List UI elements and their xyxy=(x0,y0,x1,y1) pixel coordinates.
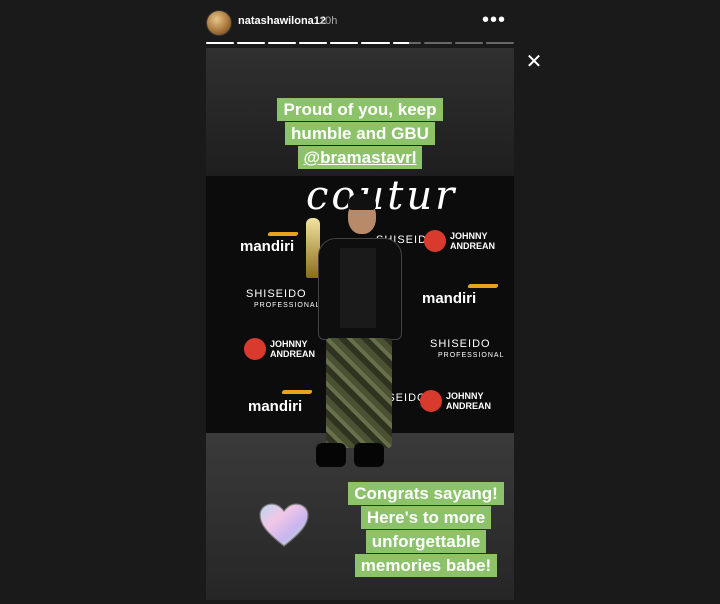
mandiri-logo: mandiri xyxy=(422,290,477,307)
backdrop-script-text: coutur xyxy=(306,173,458,219)
shiseido-sub: PROFESSIONAL xyxy=(438,352,505,359)
caption-bottom-line4: memories babe! xyxy=(354,554,498,577)
progress-segment-fill xyxy=(330,42,359,44)
caption-mention[interactable]: @bramastavrl xyxy=(297,146,423,169)
caption-top[interactable]: Proud of you, keep humble and GBU @brama… xyxy=(206,98,514,170)
progress-segment xyxy=(485,42,514,44)
progress-segment xyxy=(330,42,359,44)
person-pants xyxy=(326,338,392,448)
progress-segment-fill xyxy=(206,42,235,44)
caption-top-line1: Proud of you, keep xyxy=(277,98,443,121)
close-icon[interactable]: ✕ xyxy=(524,52,544,72)
person-shoe-left xyxy=(316,443,346,467)
johnny-andrean-icon xyxy=(420,390,442,412)
caption-top-line2: humble and GBU xyxy=(285,122,435,145)
heart-sticker-icon[interactable] xyxy=(258,502,310,548)
mandiri-logo: mandiri xyxy=(240,238,295,255)
post-time: 10h xyxy=(319,15,338,27)
progress-segment-fill xyxy=(299,42,328,44)
avatar[interactable] xyxy=(206,10,232,36)
person-hair xyxy=(348,194,376,210)
more-horizontal-icon[interactable]: ••• xyxy=(482,10,506,30)
progress-segment-fill xyxy=(237,42,266,44)
johnny-andrean-logo: JOHNNY ANDREAN xyxy=(424,230,495,252)
progress-segment xyxy=(237,42,266,44)
shiseido-logo: SHISEIDO xyxy=(430,338,491,350)
progress-segment-fill xyxy=(268,42,297,44)
story-header: natashawilona12 10h ••• xyxy=(206,8,514,36)
andrean-text: ANDREAN xyxy=(446,401,491,411)
mandiri-stripe xyxy=(281,390,313,394)
progress-segment xyxy=(454,42,483,44)
mandiri-stripe xyxy=(467,284,499,288)
andrean-text: ANDREAN xyxy=(450,241,495,251)
progress-segment xyxy=(392,42,421,44)
caption-bottom[interactable]: Congrats sayang! Here's to more unforget… xyxy=(326,482,514,578)
andrean-text: ANDREAN xyxy=(270,349,315,359)
progress-segment xyxy=(268,42,297,44)
caption-bottom-line1: Congrats sayang! xyxy=(348,482,504,505)
progress-segment-fill xyxy=(392,42,410,44)
johnny-andrean-logo: JOHNNY ANDREAN xyxy=(420,390,491,412)
johnny-andrean-icon xyxy=(424,230,446,252)
story-media[interactable]: coutur mandiri SHISEIDO JOHNNY ANDREAN SH… xyxy=(206,48,514,600)
caption-bottom-line3: unforgettable xyxy=(365,530,487,553)
progress-segment-fill xyxy=(361,42,390,44)
johnny-andrean-icon xyxy=(244,338,266,360)
shiseido-logo: SHISEIDO xyxy=(246,288,307,300)
caption-bottom-line2: Here's to more xyxy=(360,506,492,529)
johnny-andrean-logo: JOHNNY ANDREAN xyxy=(244,338,315,360)
username[interactable]: natashawilona12 xyxy=(238,15,326,27)
johnny-text: JOHNNY xyxy=(270,339,308,349)
progress-segment xyxy=(299,42,328,44)
mandiri-stripe xyxy=(267,232,299,236)
johnny-text: JOHNNY xyxy=(450,231,488,241)
johnny-text: JOHNNY xyxy=(446,391,484,401)
shiseido-sub: PROFESSIONAL xyxy=(254,302,321,309)
person-shirt xyxy=(340,248,376,328)
person-shoe-right xyxy=(354,443,384,467)
progress-segment xyxy=(206,42,235,44)
story-progress-bar xyxy=(206,42,514,44)
progress-segment xyxy=(361,42,390,44)
progress-segment xyxy=(423,42,452,44)
mandiri-logo: mandiri xyxy=(248,398,303,415)
